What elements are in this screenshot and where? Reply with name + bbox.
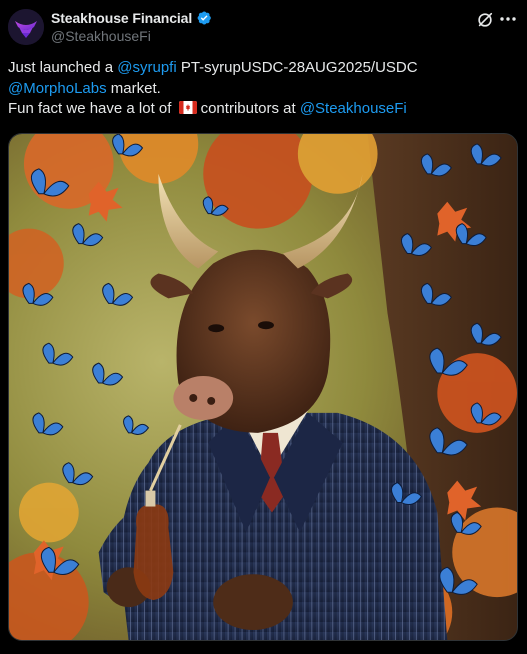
tweet-media-image[interactable] xyxy=(8,133,518,641)
more-icon[interactable] xyxy=(498,10,518,28)
tweet-line-1: Just launched a @syrupfi PT-syrupUSDC-28… xyxy=(8,58,513,79)
tweet-header: Steakhouse Financial @SteakhouseFi xyxy=(0,0,527,50)
display-name[interactable]: Steakhouse Financial xyxy=(51,10,192,26)
mention-steakhousefi[interactable]: @SteakhouseFi xyxy=(300,100,407,117)
mention-morpholabs[interactable]: @MorphoLabs xyxy=(8,80,107,97)
handle[interactable]: @SteakhouseFi xyxy=(51,28,151,44)
text-segment: Just launched a xyxy=(8,59,118,76)
tweet-line-3: Fun fact we have a lot of contributors a… xyxy=(8,99,513,120)
avatar[interactable] xyxy=(8,9,44,45)
text-segment: contributors at xyxy=(200,100,300,117)
tweet-line-2: @MorphoLabs market. xyxy=(8,79,513,100)
canada-flag-icon xyxy=(178,101,197,114)
mention-syrupfi[interactable]: @syrupfi xyxy=(117,59,176,76)
text-segment: PT-syrupUSDC-28AUG2025/USDC xyxy=(176,59,418,76)
grok-icon[interactable] xyxy=(476,11,494,29)
text-segment: market. xyxy=(106,79,161,97)
tweet-text: Just launched a @syrupfi PT-syrupUSDC-28… xyxy=(8,58,513,120)
steakhouse-logo-icon xyxy=(8,9,44,45)
text-segment: Fun fact we have a lot of xyxy=(8,100,176,117)
bull-painting-image xyxy=(9,134,517,640)
verified-badge-icon xyxy=(197,11,212,25)
